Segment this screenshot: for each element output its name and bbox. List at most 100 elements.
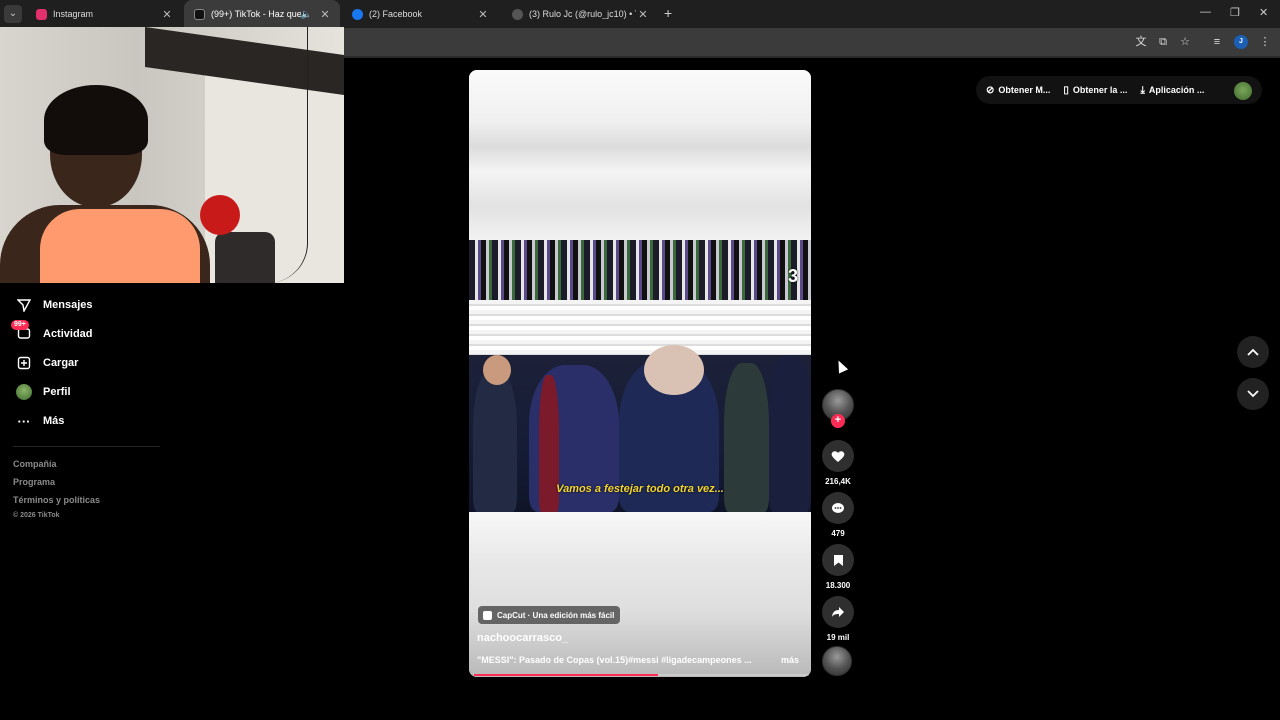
speaker-icon[interactable]: 🔈 xyxy=(301,9,312,20)
next-video-button[interactable] xyxy=(1237,378,1269,410)
footer-link-terms[interactable]: Términos y políticas xyxy=(13,495,100,505)
pill-label: Obtener M... xyxy=(998,85,1051,95)
minimize-icon[interactable]: — xyxy=(1200,6,1211,18)
browser-tab-strip: ⌄ Instagram ✕ (99+) TikTok - Haz que tu … xyxy=(0,0,1280,28)
toolbar-divider xyxy=(344,56,1280,58)
footer-link-company[interactable]: Compañía xyxy=(13,459,57,469)
save-button[interactable] xyxy=(822,544,854,576)
sidebar-item-upload[interactable]: Cargar xyxy=(13,352,78,374)
chevron-down-icon xyxy=(1247,390,1259,398)
avatar xyxy=(16,384,32,400)
comment-icon xyxy=(832,502,844,513)
video-description: "MESSI": Pasado de Copas (vol.15)#messi … xyxy=(477,655,752,665)
desktop-app-button[interactable]: ⤓ Aplicación ... xyxy=(1140,85,1204,96)
tab-title: Instagram xyxy=(53,9,94,19)
video-glitch-bottom xyxy=(469,512,811,677)
threads-icon xyxy=(512,8,523,20)
video-subtitle: Vamos a festejar todo otra vez... xyxy=(556,483,724,495)
instagram-icon xyxy=(36,8,47,20)
more-icon: ··· xyxy=(17,413,31,429)
tiktok-icon xyxy=(194,8,205,20)
sidebar-item-label: Perfil xyxy=(43,386,71,398)
translate-icon[interactable]: ⽂ xyxy=(1134,35,1148,49)
pill-label: Aplicación ... xyxy=(1148,85,1205,95)
footer-link-program[interactable]: Programa xyxy=(13,477,55,487)
comment-count: 479 xyxy=(831,529,845,538)
video-glitch-top xyxy=(469,70,811,240)
browser-toolbar: ⽂ ⧉ ☆ ≡ J ⋮ xyxy=(344,28,1280,56)
sidebar-item-activity[interactable]: 99+ Actividad xyxy=(11,320,93,345)
music-disc-avatar[interactable] xyxy=(822,646,852,676)
chevron-up-icon xyxy=(1247,348,1259,356)
video-author[interactable]: nachoocarrasco_ xyxy=(477,632,568,644)
pill-label: Obtener la ... xyxy=(1072,85,1128,95)
sidebar-divider xyxy=(13,446,160,447)
get-app-button[interactable]: ▯ Obtener la ... xyxy=(1063,85,1127,96)
previous-video-button[interactable] xyxy=(1237,336,1269,368)
tab-search-icon[interactable]: ⌄ xyxy=(4,5,22,23)
sidebar-item-more[interactable]: ··· Más xyxy=(13,410,65,432)
share-icon xyxy=(832,607,844,617)
upload-icon xyxy=(13,355,35,371)
more-link[interactable]: más xyxy=(781,655,799,665)
video-countdown: 3 xyxy=(788,266,799,286)
sidebar-item-label: Actividad xyxy=(43,328,93,340)
coin-icon: ⊘ xyxy=(986,84,995,96)
browser-menu-icon[interactable]: ⋮ xyxy=(1258,35,1272,49)
video-figure-head xyxy=(483,355,511,385)
tab-title: (99+) TikTok - Haz que tu día xyxy=(211,9,301,19)
tab-threads[interactable]: (3) Rulo Jc (@rulo_jc10) • Threads ✕ xyxy=(502,0,658,28)
tab-tiktok[interactable]: (99+) TikTok - Haz que tu día 🔈 ✕ xyxy=(184,0,340,28)
avatar[interactable] xyxy=(1234,82,1252,100)
close-icon[interactable]: ✕ xyxy=(160,8,174,21)
webcam-person-hair xyxy=(44,85,148,155)
sidebar-item-profile[interactable]: Perfil xyxy=(13,381,71,403)
mouse-cursor xyxy=(833,358,849,374)
profile-avatar[interactable]: J xyxy=(1234,35,1248,49)
phone-icon: ▯ xyxy=(1063,84,1069,96)
sidebar-item-label: Más xyxy=(43,415,65,427)
save-count: 18.300 xyxy=(825,581,851,590)
send-icon xyxy=(13,297,35,313)
webcam-person-shirt xyxy=(40,209,200,283)
media-control-icon[interactable]: ≡ xyxy=(1210,35,1224,49)
restore-icon[interactable]: ❐ xyxy=(1230,6,1240,19)
tab-title: (2) Facebook xyxy=(369,9,423,19)
video-progress-bar[interactable] xyxy=(474,674,809,676)
share-count: 19 mil xyxy=(826,633,850,642)
video-player[interactable]: 3 Vamos a festejar todo otra vez... xyxy=(469,70,811,677)
like-count: 216,4K xyxy=(825,477,851,486)
download-icon: ⤓ xyxy=(1140,84,1145,96)
video-progress-fill xyxy=(474,674,659,676)
heart-icon xyxy=(831,450,845,462)
tab-instagram[interactable]: Instagram ✕ xyxy=(26,0,182,28)
close-window-icon[interactable]: ✕ xyxy=(1259,6,1268,19)
bookmark-icon xyxy=(833,554,843,566)
follow-plus-icon[interactable]: + xyxy=(831,414,845,428)
close-icon[interactable]: ✕ xyxy=(476,8,490,21)
share-button[interactable] xyxy=(822,596,854,628)
new-tab-icon[interactable]: + xyxy=(664,5,672,21)
facebook-icon xyxy=(352,8,363,20)
capcut-icon xyxy=(483,610,492,620)
video-glitch-white xyxy=(469,300,811,355)
sidebar-item-label: Cargar xyxy=(43,357,79,369)
get-coins-button[interactable]: ⊘ Obtener M... xyxy=(986,85,1050,96)
tab-title: (3) Rulo Jc (@rulo_jc10) • Threads xyxy=(529,9,636,19)
webcam-object xyxy=(215,232,275,283)
like-button[interactable] xyxy=(822,440,854,472)
tab-facebook[interactable]: (2) Facebook ✕ xyxy=(342,0,498,28)
webcam-overlay xyxy=(0,27,344,283)
activity-icon: 99+ xyxy=(11,320,35,342)
video-glitch-band xyxy=(469,240,811,300)
profile-avatar-wrap xyxy=(13,384,35,400)
comment-button[interactable] xyxy=(822,492,854,524)
webcam-toy xyxy=(200,195,240,235)
header-pill: ⊘ Obtener M... ▯ Obtener la ... ⤓ Aplicació… xyxy=(976,76,1262,104)
install-app-icon[interactable]: ⧉ xyxy=(1156,35,1170,49)
close-icon[interactable]: ✕ xyxy=(636,8,650,21)
sidebar-item-messages[interactable]: Mensajes xyxy=(13,294,93,316)
close-icon[interactable]: ✕ xyxy=(318,8,332,21)
bookmark-star-icon[interactable]: ☆ xyxy=(1178,35,1192,49)
capcut-anchor[interactable]: CapCut · Una edición más fácil xyxy=(478,606,621,624)
